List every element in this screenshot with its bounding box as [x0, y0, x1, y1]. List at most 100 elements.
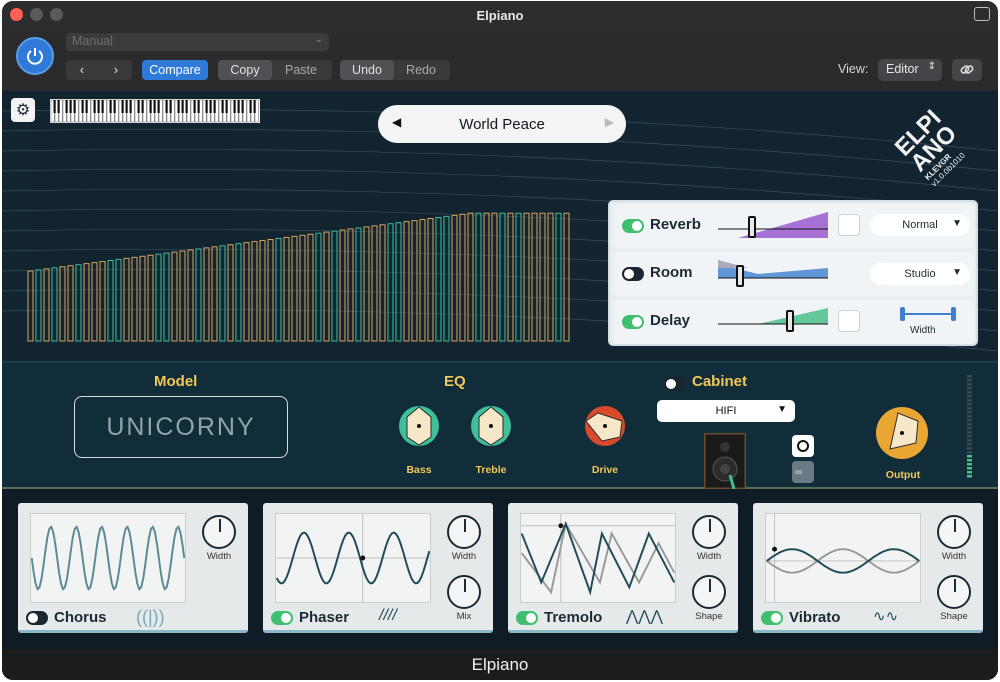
mic-position-button[interactable] [792, 435, 814, 457]
keyboard-range-icon[interactable] [50, 99, 260, 123]
treble-knob[interactable] [458, 393, 524, 459]
hammer-line [227, 244, 234, 342]
vibrato-shape-knob[interactable] [937, 575, 971, 609]
hammer-line [299, 234, 306, 342]
room-slider-thumb[interactable] [736, 265, 744, 287]
hammer-line [483, 212, 490, 342]
delay-label: Delay [650, 312, 691, 329]
next-preset-arrow-icon[interactable]: ▶ [605, 115, 614, 129]
preset-value: Manual [72, 34, 113, 48]
cabinet-toggle[interactable] [664, 377, 686, 391]
tone-section: Model UNICORNY EQ Bass Treble Drive Cabi… [2, 361, 998, 489]
chorus-toggle[interactable] [26, 611, 48, 625]
meter-segment [967, 459, 972, 462]
hammer-line [123, 257, 130, 342]
stereo-button[interactable]: ∞ [792, 461, 814, 483]
drive-knob[interactable] [572, 393, 638, 459]
circle-icon [797, 440, 809, 452]
mini-black-key [57, 100, 60, 113]
tremolo-width-knob[interactable] [692, 515, 726, 549]
output-knob[interactable] [860, 391, 944, 475]
hammer-line [131, 256, 138, 342]
phaser-width-knob[interactable] [447, 515, 481, 549]
hammer-line [139, 255, 146, 342]
cabinet-value: HIFI [715, 405, 737, 417]
chorus-width-knob[interactable] [202, 515, 236, 549]
meter-segment [967, 399, 972, 402]
tremolo-toggle[interactable] [516, 611, 538, 625]
mini-black-key [221, 100, 224, 113]
hammer-line [179, 250, 186, 342]
prev-preset-arrow-icon[interactable]: ◀ [392, 115, 401, 129]
mini-black-key [169, 100, 172, 113]
reverb-slider-thumb[interactable] [748, 216, 756, 238]
vibrato-width-knob[interactable] [937, 515, 971, 549]
phaser-label: Phaser [299, 609, 350, 626]
delay-expand-button[interactable] [838, 310, 860, 332]
delay-width-control[interactable] [898, 306, 958, 322]
model-selector[interactable]: UNICORNY [74, 396, 288, 458]
hammer-line [427, 218, 434, 342]
hammer-line [419, 219, 426, 342]
hammer-line [499, 212, 506, 342]
copy-button[interactable]: Copy [218, 60, 272, 80]
modulation-section: Width Chorus ((|)) Width Mix Phaser ////… [2, 491, 998, 649]
mini-black-key [193, 100, 196, 113]
view-select[interactable]: Editor ⇕ [878, 59, 942, 81]
hammer-line [211, 246, 218, 342]
power-button[interactable] [16, 37, 54, 75]
preset-browser[interactable]: ◀ World Peace ▶ [378, 105, 626, 143]
plugin-ui: ⚙ ◀ World Peace ▶ ELPI ANO KLEVGR v1.0.0… [2, 91, 998, 680]
room-mode: Studio [904, 268, 936, 280]
cabinet-select[interactable]: HIFI ▼ [657, 400, 795, 422]
vibrato-toggle[interactable] [761, 611, 783, 625]
hammer-line [251, 241, 258, 342]
settings-button[interactable]: ⚙ [11, 98, 35, 122]
hammer-line [555, 212, 562, 342]
tremolo-shape-knob[interactable] [692, 575, 726, 609]
chorus-width-label: Width [206, 551, 232, 562]
reverb-mode-select[interactable]: Normal ▼ [870, 214, 970, 236]
hammer-line [155, 253, 162, 342]
reverb-slider[interactable] [718, 210, 828, 242]
paste-button[interactable]: Paste [272, 60, 330, 80]
compare-button[interactable]: Compare [142, 60, 208, 80]
hammer-line [35, 269, 42, 342]
speaker-cabinet-icon [704, 433, 746, 489]
room-toggle[interactable] [622, 267, 644, 281]
phaser-mix-knob[interactable] [447, 575, 481, 609]
meter-segment [967, 395, 972, 398]
next-preset-button[interactable]: › [102, 60, 130, 80]
link-icon [960, 65, 974, 74]
meter-segments [967, 375, 972, 478]
host-toolbar: Manual ⌄ ‹ › Compare Copy Paste Undo Redo… [2, 31, 998, 91]
mini-black-key [213, 100, 216, 113]
reverb-toggle[interactable] [622, 219, 644, 233]
phaser-toggle[interactable] [271, 611, 293, 625]
room-mode-select[interactable]: Studio ▼ [870, 263, 970, 285]
link-button[interactable] [952, 59, 982, 81]
meter-segment [967, 403, 972, 406]
undo-button[interactable]: Undo [340, 60, 394, 80]
bass-knob[interactable] [386, 393, 452, 459]
meter-segment [967, 379, 972, 382]
hammer-line [547, 212, 554, 342]
room-slider[interactable] [718, 258, 828, 290]
meter-segment [967, 387, 972, 390]
hammer-line [283, 236, 290, 342]
mini-black-key [81, 100, 84, 113]
tremolo-label: Tremolo [544, 609, 603, 626]
prev-preset-button[interactable]: ‹ [68, 60, 96, 80]
fullscreen-icon[interactable] [974, 7, 990, 21]
delay-slider[interactable] [718, 306, 828, 338]
mini-black-key [209, 100, 212, 113]
delay-slider-thumb[interactable] [786, 310, 794, 332]
plugin-window: Elpiano Manual ⌄ ‹ › Compare Copy Paste U… [2, 1, 998, 680]
preset-select[interactable]: Manual ⌄ [66, 33, 329, 51]
hammer-line [59, 266, 66, 342]
hammer-line [403, 221, 410, 342]
delay-toggle[interactable] [622, 315, 644, 329]
reverb-expand-button[interactable] [838, 214, 860, 236]
redo-button[interactable]: Redo [394, 60, 448, 80]
meter-segment [967, 415, 972, 418]
